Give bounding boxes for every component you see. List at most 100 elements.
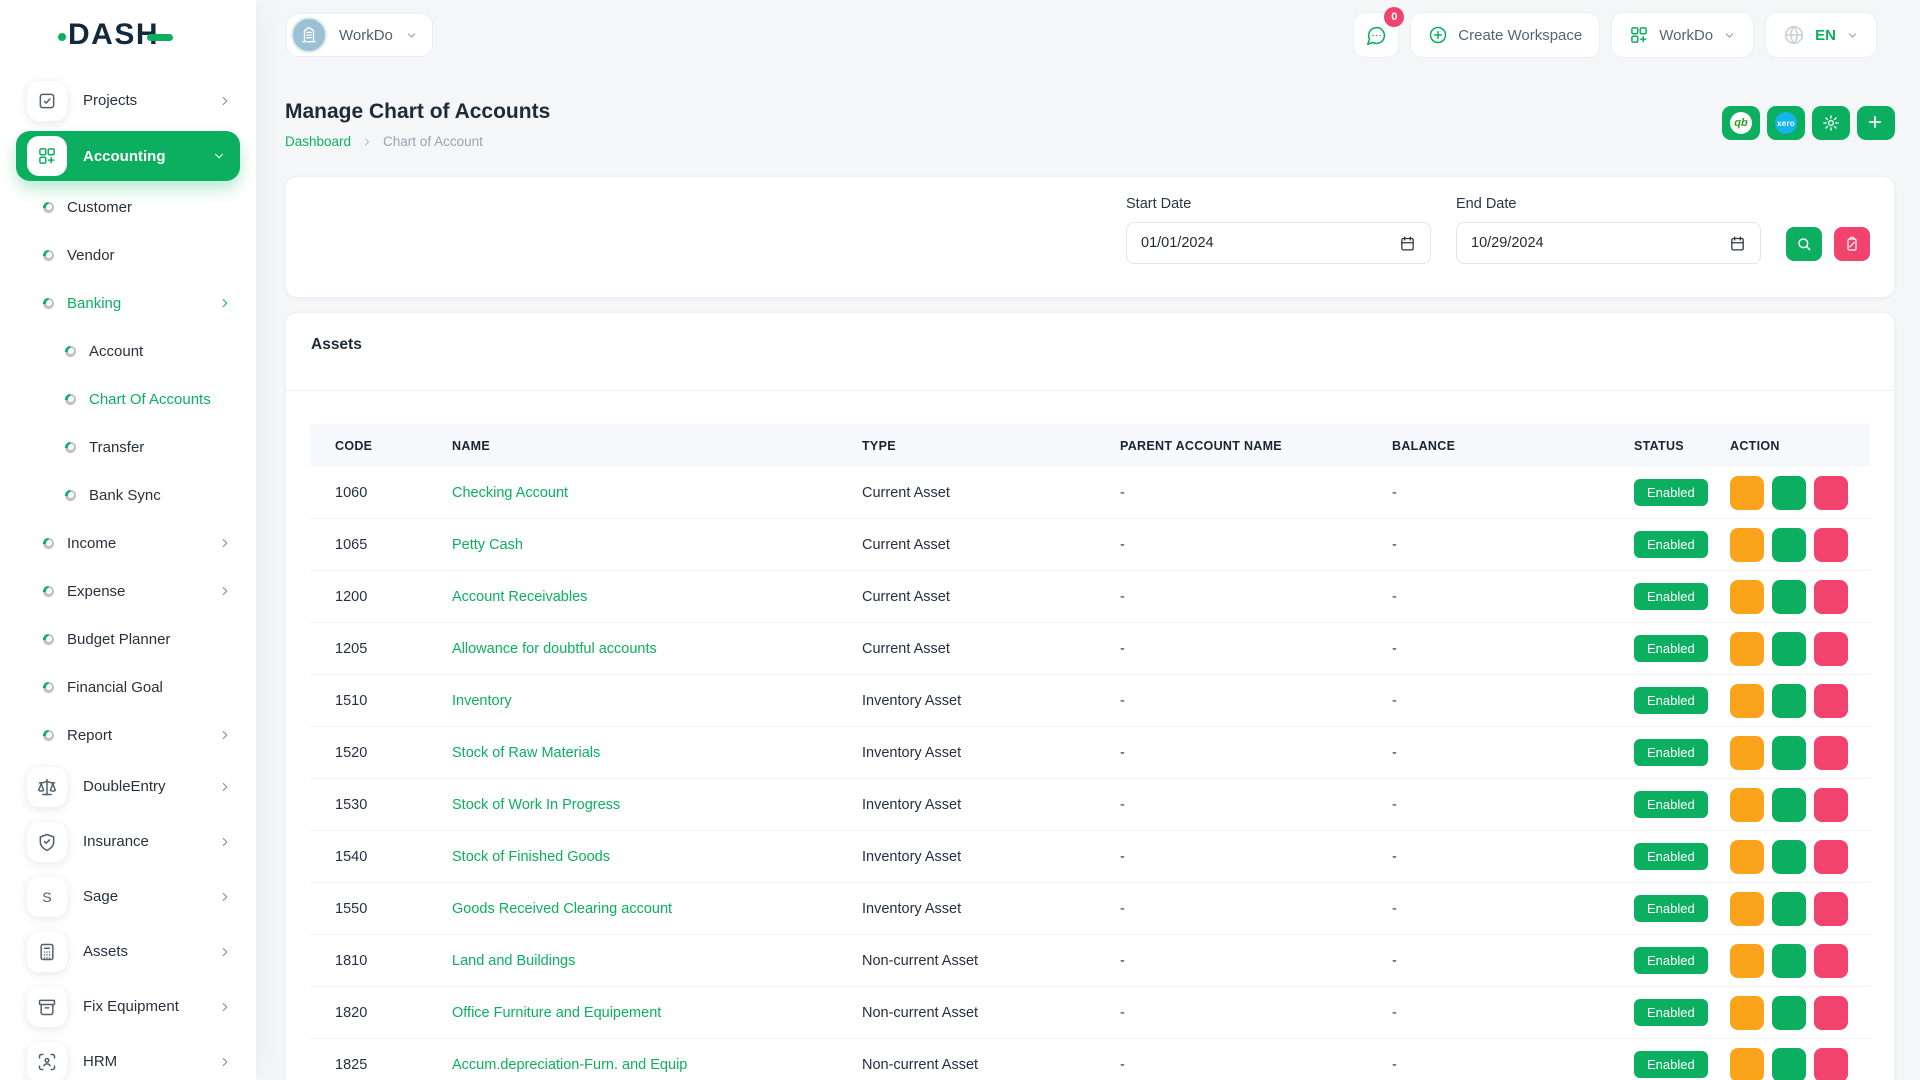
edit-button[interactable] (1772, 840, 1806, 874)
sidebar-item-banking[interactable]: Banking (0, 279, 256, 327)
add-account-button[interactable] (1857, 106, 1895, 140)
workspace-switcher[interactable]: WorkDo (286, 13, 433, 57)
activity-button[interactable] (1730, 684, 1764, 718)
cell-actions (1730, 684, 1870, 718)
xero-button[interactable]: xero (1767, 106, 1805, 140)
sidebar-item-chart-of-accounts[interactable]: Chart Of Accounts (0, 375, 256, 423)
account-name-link[interactable]: Land and Buildings (452, 953, 862, 969)
account-name-link[interactable]: Petty Cash (452, 537, 862, 553)
edit-button[interactable] (1772, 788, 1806, 822)
delete-button[interactable] (1814, 580, 1848, 614)
account-name-link[interactable]: Office Furniture and Equipement (452, 1005, 862, 1021)
delete-button[interactable] (1814, 996, 1848, 1030)
edit-button[interactable] (1772, 944, 1806, 978)
apply-filter-button[interactable] (1786, 227, 1822, 261)
edit-button[interactable] (1772, 736, 1806, 770)
calendar-icon[interactable] (1399, 235, 1416, 252)
create-workspace-button[interactable]: Create Workspace (1410, 12, 1600, 58)
table-row: 1200 Account Receivables Current Asset -… (310, 571, 1870, 623)
sidebar-item-budget-planner[interactable]: Budget Planner (0, 615, 256, 663)
sidebar-item-label: HRM (83, 1053, 117, 1070)
edit-button[interactable] (1772, 528, 1806, 562)
activity-button[interactable] (1730, 632, 1764, 666)
end-date-input[interactable]: 10/29/2024 (1456, 222, 1761, 264)
calendar-icon[interactable] (1729, 235, 1746, 252)
pencil-icon (1781, 797, 1797, 813)
cell-type: Inventory Asset (862, 797, 1120, 813)
sidebar-item-financial-goal[interactable]: Financial Goal (0, 663, 256, 711)
sidebar-item-insurance[interactable]: Insurance (0, 814, 256, 869)
cell-parent: - (1120, 1005, 1392, 1021)
sidebar-item-bank-sync[interactable]: Bank Sync (0, 471, 256, 519)
messages-button[interactable]: 0 (1353, 12, 1399, 58)
account-name-link[interactable]: Inventory (452, 693, 862, 709)
delete-button[interactable] (1814, 684, 1848, 718)
cell-code: 1065 (335, 537, 452, 553)
edit-button[interactable] (1772, 476, 1806, 510)
account-name-link[interactable]: Stock of Raw Materials (452, 745, 862, 761)
sidebar-item-fix-equipment[interactable]: Fix Equipment (0, 979, 256, 1034)
account-name-link[interactable]: Checking Account (452, 485, 862, 501)
sidebar-item-sage[interactable]: SSage (0, 869, 256, 924)
reset-filter-button[interactable] (1834, 227, 1870, 261)
start-date-input[interactable]: 01/01/2024 (1126, 222, 1431, 264)
accounts-table: CODENAMETYPEPARENT ACCOUNT NAMEBALANCEST… (310, 424, 1870, 1080)
sidebar-item-income[interactable]: Income (0, 519, 256, 567)
activity-button[interactable] (1730, 736, 1764, 770)
sidebar-item-vendor[interactable]: Vendor (0, 231, 256, 279)
account-name-link[interactable]: Account Receivables (452, 589, 862, 605)
delete-button[interactable] (1814, 736, 1848, 770)
account-name-link[interactable]: Accum.depreciation-Furn. and Equip (452, 1057, 862, 1073)
activity-button[interactable] (1730, 996, 1764, 1030)
edit-button[interactable] (1772, 632, 1806, 666)
account-name-link[interactable]: Stock of Finished Goods (452, 849, 862, 865)
activity-button[interactable] (1730, 892, 1764, 926)
delete-button[interactable] (1814, 892, 1848, 926)
table-row: 1065 Petty Cash Current Asset - - Enable… (310, 519, 1870, 571)
delete-button[interactable] (1814, 632, 1848, 666)
sidebar-item-label: Fix Equipment (83, 998, 179, 1015)
edit-button[interactable] (1772, 1048, 1806, 1080)
account-name-link[interactable]: Stock of Work In Progress (452, 797, 862, 813)
quickbooks-button[interactable]: qb (1722, 106, 1760, 140)
activity-button[interactable] (1730, 476, 1764, 510)
sidebar-item-hrm[interactable]: HRM (0, 1034, 256, 1080)
delete-button[interactable] (1814, 528, 1848, 562)
delete-button[interactable] (1814, 840, 1848, 874)
activity-button[interactable] (1730, 788, 1764, 822)
table-body: 1060 Checking Account Current Asset - - … (310, 467, 1870, 1080)
breadcrumb-dashboard-link[interactable]: Dashboard (285, 134, 351, 149)
cell-code: 1530 (335, 797, 452, 813)
sidebar-item-accounting[interactable]: Accounting (16, 131, 240, 181)
sidebar-item-customer[interactable]: Customer (0, 183, 256, 231)
activity-button[interactable] (1730, 944, 1764, 978)
chevron-right-icon (218, 780, 232, 794)
app-switcher-button[interactable]: WorkDo (1611, 12, 1754, 58)
sidebar-item-assets[interactable]: Assets (0, 924, 256, 979)
cell-type: Inventory Asset (862, 745, 1120, 761)
delete-button[interactable] (1814, 944, 1848, 978)
activity-button[interactable] (1730, 580, 1764, 614)
sidebar-item-projects[interactable]: Projects (0, 73, 256, 128)
settings-button[interactable] (1812, 106, 1850, 140)
edit-button[interactable] (1772, 892, 1806, 926)
account-name-link[interactable]: Allowance for doubtful accounts (452, 641, 862, 657)
delete-button[interactable] (1814, 1048, 1848, 1080)
sidebar-item-account[interactable]: Account (0, 327, 256, 375)
edit-button[interactable] (1772, 684, 1806, 718)
sidebar-item-expense[interactable]: Expense (0, 567, 256, 615)
delete-button[interactable] (1814, 788, 1848, 822)
activity-button[interactable] (1730, 1048, 1764, 1080)
sidebar-item-doubleentry[interactable]: DoubleEntry (0, 759, 256, 814)
language-selector[interactable]: EN (1765, 12, 1877, 58)
activity-button[interactable] (1730, 528, 1764, 562)
delete-button[interactable] (1814, 476, 1848, 510)
edit-button[interactable] (1772, 996, 1806, 1030)
activity-button[interactable] (1730, 840, 1764, 874)
sidebar-item-transfer[interactable]: Transfer (0, 423, 256, 471)
cell-parent: - (1120, 849, 1392, 865)
table-row: 1520 Stock of Raw Materials Inventory As… (310, 727, 1870, 779)
account-name-link[interactable]: Goods Received Clearing account (452, 901, 862, 917)
sidebar-item-report[interactable]: Report (0, 711, 256, 759)
edit-button[interactable] (1772, 580, 1806, 614)
